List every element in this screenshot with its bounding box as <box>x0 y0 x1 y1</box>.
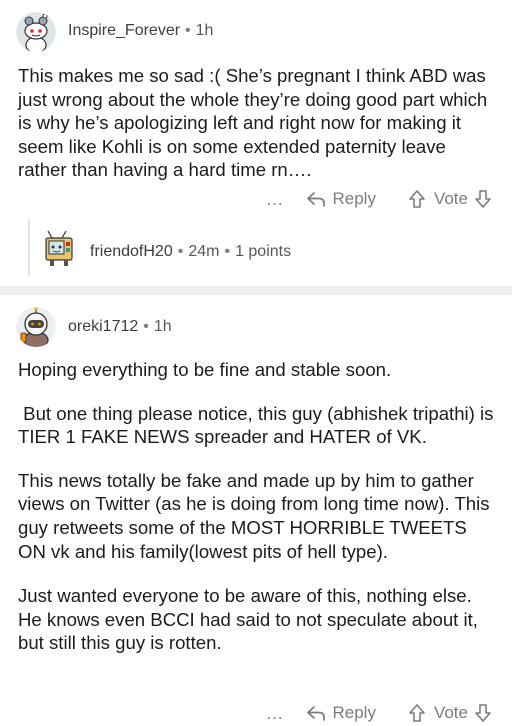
vote-control: Vote <box>408 703 492 723</box>
reply-thread: friendofH20 • 24m • 1 points <box>28 218 500 276</box>
separator-dot: • <box>185 22 191 39</box>
reply-points: 1 points <box>235 243 292 260</box>
reply-age: 24m <box>188 243 220 260</box>
reply-username[interactable]: friendofH20 <box>90 243 173 260</box>
comment-paragraph: But one thing please notice, this guy (a… <box>18 402 499 448</box>
comment-oreki1712: oreki1712 • 1h Hoping everything to be fin… <box>0 295 512 724</box>
upvote-icon[interactable] <box>408 189 426 209</box>
comment-actions: … Reply Vote <box>265 186 492 212</box>
reply-button[interactable]: Reply <box>306 189 376 209</box>
tv-robot-avatar-icon[interactable] <box>40 228 80 268</box>
vote-control: Vote <box>408 189 492 209</box>
astronaut-avatar-icon[interactable] <box>16 307 56 347</box>
comment-age: 1h <box>153 318 172 335</box>
downvote-icon[interactable] <box>474 703 492 723</box>
username[interactable]: Inspire_Forever <box>68 22 180 39</box>
separator-dot: • <box>143 318 149 335</box>
comment-paragraph: This news totally be fake and made up by… <box>18 469 490 562</box>
more-options-button[interactable]: … <box>265 189 284 210</box>
more-options-button[interactable]: … <box>265 703 284 724</box>
comment-actions: … Reply Vote <box>265 700 492 726</box>
comment-paragraph: Just wanted everyone to be aware of this… <box>18 585 484 654</box>
separator-dot: • <box>224 243 231 260</box>
comment-body: Hoping everything to be fine and stable … <box>18 358 496 655</box>
reply-meta: friendofH20 • 24m • 1 points <box>90 243 291 261</box>
snoo-avatar-icon[interactable] <box>16 12 56 52</box>
comment-body: This makes me so sad :( She’s pregnant I… <box>18 64 496 182</box>
downvote-icon[interactable] <box>474 189 492 209</box>
comment-inspire-forever: Inspire_Forever • 1h This makes me so sad … <box>0 0 512 286</box>
reply-arrow-icon <box>307 706 326 721</box>
comment-meta: oreki1712 • 1h <box>68 318 172 336</box>
comment-paragraph: Hoping everything to be fine and stable … <box>18 359 392 380</box>
reply-button[interactable]: Reply <box>306 703 376 723</box>
comment-divider <box>0 286 512 295</box>
reply-arrow-icon <box>307 192 326 207</box>
vote-label: Vote <box>433 189 468 208</box>
vote-label: Vote <box>433 703 468 722</box>
username[interactable]: oreki1712 <box>68 318 138 335</box>
reply-label: Reply <box>332 189 376 208</box>
separator-dot: • <box>177 243 184 260</box>
comment-paragraph: This makes me so sad :( She’s pregnant I… <box>18 65 488 181</box>
comment-meta: Inspire_Forever • 1h <box>68 22 213 40</box>
upvote-icon[interactable] <box>408 703 426 723</box>
comment-age: 1h <box>195 22 214 39</box>
reply-label: Reply <box>332 703 376 722</box>
